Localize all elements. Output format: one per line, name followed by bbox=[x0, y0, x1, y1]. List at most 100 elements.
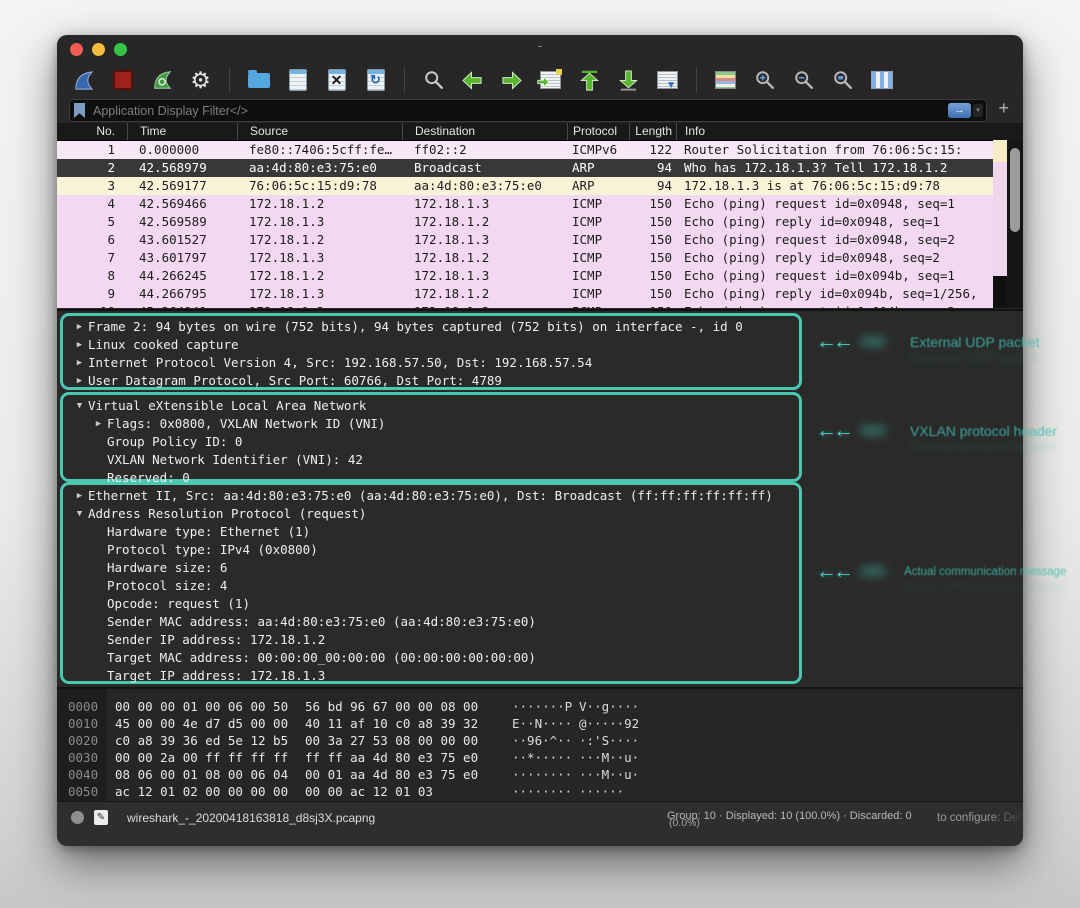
collapse-arrow-icon[interactable]: ▼ bbox=[71, 505, 88, 523]
detail-text: Frame 2: 94 bytes on wire (752 bits), 94… bbox=[88, 319, 743, 334]
auto-scroll-icon[interactable]: ▼ bbox=[655, 68, 680, 93]
detail-line[interactable]: Target MAC address: 00:00:00_00:00:00 (0… bbox=[63, 649, 799, 667]
detail-line[interactable]: ▶ Ethernet II, Src: aa:4d:80:e3:75:e0 (aa… bbox=[63, 487, 799, 505]
cell-info: 172.18.1.3 is at 76:06:5c:15:d9:78 bbox=[684, 178, 940, 193]
packet-row[interactable]: 2 42.568979 aa:4d:80:e3:75:e0 Broadcast ARP 9… bbox=[57, 159, 993, 177]
reload-file-icon[interactable]: ↻ bbox=[363, 68, 388, 93]
detail-line[interactable]: ▼ Virtual eXtensible Local Area Network bbox=[63, 397, 799, 415]
detail-line[interactable]: ▶ User Datagram Protocol, Src Port: 60766… bbox=[63, 372, 799, 390]
filter-dropdown-caret[interactable]: ▾ bbox=[973, 104, 983, 117]
resize-columns-icon[interactable] bbox=[869, 68, 894, 93]
packet-row[interactable]: 7 43.601797 172.18.1.3 172.18.1.2 ICMP 150 Ech… bbox=[57, 249, 993, 267]
cell-src: 172.18.1.3 bbox=[249, 286, 325, 301]
hex-row[interactable]: 0050 ac 12 01 02 00 00 00 00 00 00 ac 12 0… bbox=[57, 783, 1023, 800]
open-file-icon[interactable] bbox=[246, 68, 271, 93]
cell-no: 7 bbox=[107, 250, 115, 265]
cell-dst: Broadcast bbox=[414, 160, 482, 175]
display-filter-input[interactable]: Application Display Filter</> → ▾ bbox=[69, 99, 987, 122]
ascii-bytes: ···M··u· bbox=[579, 750, 640, 765]
go-previous-packet-icon[interactable] bbox=[460, 68, 485, 93]
go-last-packet-icon[interactable] bbox=[616, 68, 641, 93]
filter-add-button[interactable]: + bbox=[998, 98, 1009, 119]
expert-info-icon[interactable] bbox=[71, 811, 84, 824]
stop-capture-icon[interactable] bbox=[110, 68, 135, 93]
packet-row[interactable]: 8 44.266245 172.18.1.2 172.18.1.3 ICMP 150 Ech… bbox=[57, 267, 993, 285]
capture-options-icon[interactable]: ⚙ bbox=[188, 68, 213, 93]
packet-row[interactable]: 5 42.569589 172.18.1.3 172.18.1.2 ICMP 150 Ech… bbox=[57, 213, 993, 231]
zoom-out-icon[interactable] bbox=[791, 68, 816, 93]
packet-row[interactable]: 1 0.000000 fe80::7406:5cff:fe… ff02::2 ICMPv… bbox=[57, 141, 993, 159]
hex-row[interactable]: 0030 00 00 2a 00 ff ff ff ff ff ff aa 4d 8… bbox=[57, 749, 1023, 766]
detail-line[interactable]: Hardware size: 6 bbox=[63, 559, 799, 577]
ascii-bytes: ·:'S···· bbox=[579, 733, 640, 748]
filter-bookmark-icon[interactable] bbox=[74, 103, 85, 118]
hex-row[interactable]: 0010 45 00 00 4e d7 d5 00 00 40 11 af 10 c… bbox=[57, 715, 1023, 732]
detail-line[interactable]: Protocol size: 4 bbox=[63, 577, 799, 595]
go-first-packet-icon[interactable] bbox=[577, 68, 602, 93]
cell-dst: 172.18.1.2 bbox=[414, 214, 490, 229]
zoom-reset-icon[interactable] bbox=[830, 68, 855, 93]
detail-line[interactable]: ▼ Address Resolution Protocol (request) bbox=[63, 505, 799, 523]
detail-line[interactable]: Sender MAC address: aa:4d:80:e3:75:e0 (a… bbox=[63, 613, 799, 631]
hex-bytes: 00 00 2a 00 ff ff ff ff bbox=[115, 750, 289, 765]
expand-arrow-icon[interactable]: ▶ bbox=[90, 415, 107, 433]
detail-line[interactable]: Opcode: request (1) bbox=[63, 595, 799, 613]
detail-line[interactable]: ▶ Internet Protocol Version 4, Src: 192.1… bbox=[63, 354, 799, 372]
expand-arrow-icon[interactable]: ▶ bbox=[71, 372, 88, 390]
detail-line[interactable]: VXLAN Network Identifier (VNI): 42 bbox=[63, 451, 799, 469]
expand-arrow-icon[interactable]: ▶ bbox=[71, 354, 88, 372]
save-file-icon[interactable] bbox=[285, 68, 310, 93]
capture-comment-icon[interactable]: ✎ bbox=[94, 810, 108, 825]
hex-dump-pane: 0000 00 00 00 01 00 06 00 50 56 bd 96 67 0… bbox=[57, 687, 1023, 802]
restart-capture-icon[interactable] bbox=[149, 68, 174, 93]
collapse-arrow-icon[interactable]: ▼ bbox=[71, 397, 88, 415]
detail-line[interactable]: ▶ Linux cooked capture bbox=[63, 336, 799, 354]
column-header-len[interactable]: Length bbox=[629, 123, 676, 140]
column-header-info[interactable]: Info bbox=[676, 123, 1023, 140]
detail-text: Internet Protocol Version 4, Src: 192.16… bbox=[88, 355, 593, 370]
packet-list-scrollbar[interactable] bbox=[1007, 140, 1023, 308]
colorize-packets-icon[interactable] bbox=[713, 68, 738, 93]
detail-line[interactable]: Group Policy ID: 0 bbox=[63, 433, 799, 451]
hex-row[interactable]: 0020 c0 a8 39 36 ed 5e 12 b5 00 3a 27 53 0… bbox=[57, 732, 1023, 749]
zoom-in-icon[interactable] bbox=[752, 68, 777, 93]
hex-row[interactable]: 0040 08 06 00 01 08 00 06 04 00 01 aa 4d 8… bbox=[57, 766, 1023, 783]
close-file-icon[interactable]: ✕ bbox=[324, 68, 349, 93]
detail-line[interactable]: Target IP address: 172.18.1.3 bbox=[63, 667, 799, 685]
scrollbar-thumb[interactable] bbox=[1010, 148, 1020, 232]
detail-line[interactable]: Protocol type: IPv4 (0x0800) bbox=[63, 541, 799, 559]
packet-row[interactable]: 4 42.569466 172.18.1.2 172.18.1.3 ICMP 150 Ech… bbox=[57, 195, 993, 213]
cell-time: 44.266795 bbox=[139, 286, 207, 301]
ascii-bytes: ······ bbox=[579, 784, 625, 799]
start-capture-icon[interactable] bbox=[71, 68, 96, 93]
detail-line[interactable]: Sender IP address: 172.18.1.2 bbox=[63, 631, 799, 649]
expand-arrow-icon[interactable]: ▶ bbox=[71, 318, 88, 336]
hex-bytes: 08 06 00 01 08 00 06 04 bbox=[115, 767, 289, 782]
expand-arrow-icon[interactable]: ▶ bbox=[71, 336, 88, 354]
column-header-src[interactable]: Source bbox=[237, 123, 402, 140]
detail-line[interactable]: ▶ Frame 2: 94 bytes on wire (752 bits), 9… bbox=[63, 318, 799, 336]
find-packet-icon[interactable] bbox=[421, 68, 446, 93]
filter-bar: Application Display Filter</> → ▾ + bbox=[57, 97, 1023, 123]
column-header-no[interactable]: No. bbox=[57, 123, 127, 140]
window-titlebar[interactable]: - bbox=[57, 35, 1023, 63]
packet-row[interactable]: 3 42.569177 76:06:5c:15:d9:78 aa:4d:80:e3:7… bbox=[57, 177, 993, 195]
hex-offset: 0040 bbox=[68, 767, 99, 782]
packet-row[interactable]: 1045.264941172.18.1.2172.18.1.3ICMP150Ec… bbox=[57, 303, 993, 308]
detail-line[interactable]: Hardware type: Ethernet (1) bbox=[63, 523, 799, 541]
column-header-proto[interactable]: Protocol bbox=[567, 123, 629, 140]
go-to-packet-icon[interactable] bbox=[537, 68, 563, 93]
desktop-background: - ⚙ ✕ ↻ ▼ Application Display Filter</> … bbox=[0, 0, 1080, 908]
hex-row[interactable]: 0000 00 00 00 01 00 06 00 50 56 bd 96 67 0… bbox=[57, 698, 1023, 715]
go-next-packet-icon[interactable] bbox=[499, 68, 524, 93]
column-header-time[interactable]: Time bbox=[127, 123, 237, 140]
cell-len: 150 bbox=[649, 250, 672, 265]
filter-apply-button[interactable]: → bbox=[948, 103, 971, 118]
packet-row[interactable]: 9 44.266795 172.18.1.3 172.18.1.2 ICMP 150 Ech… bbox=[57, 285, 993, 303]
column-header-dst[interactable]: Destination bbox=[402, 123, 567, 140]
expand-arrow-icon[interactable]: ▶ bbox=[71, 487, 88, 505]
packet-row[interactable]: 6 43.601527 172.18.1.2 172.18.1.3 ICMP 150 Ech… bbox=[57, 231, 993, 249]
detail-line[interactable]: ▶ Flags: 0x0800, VXLAN Network ID (VNI) bbox=[63, 415, 799, 433]
